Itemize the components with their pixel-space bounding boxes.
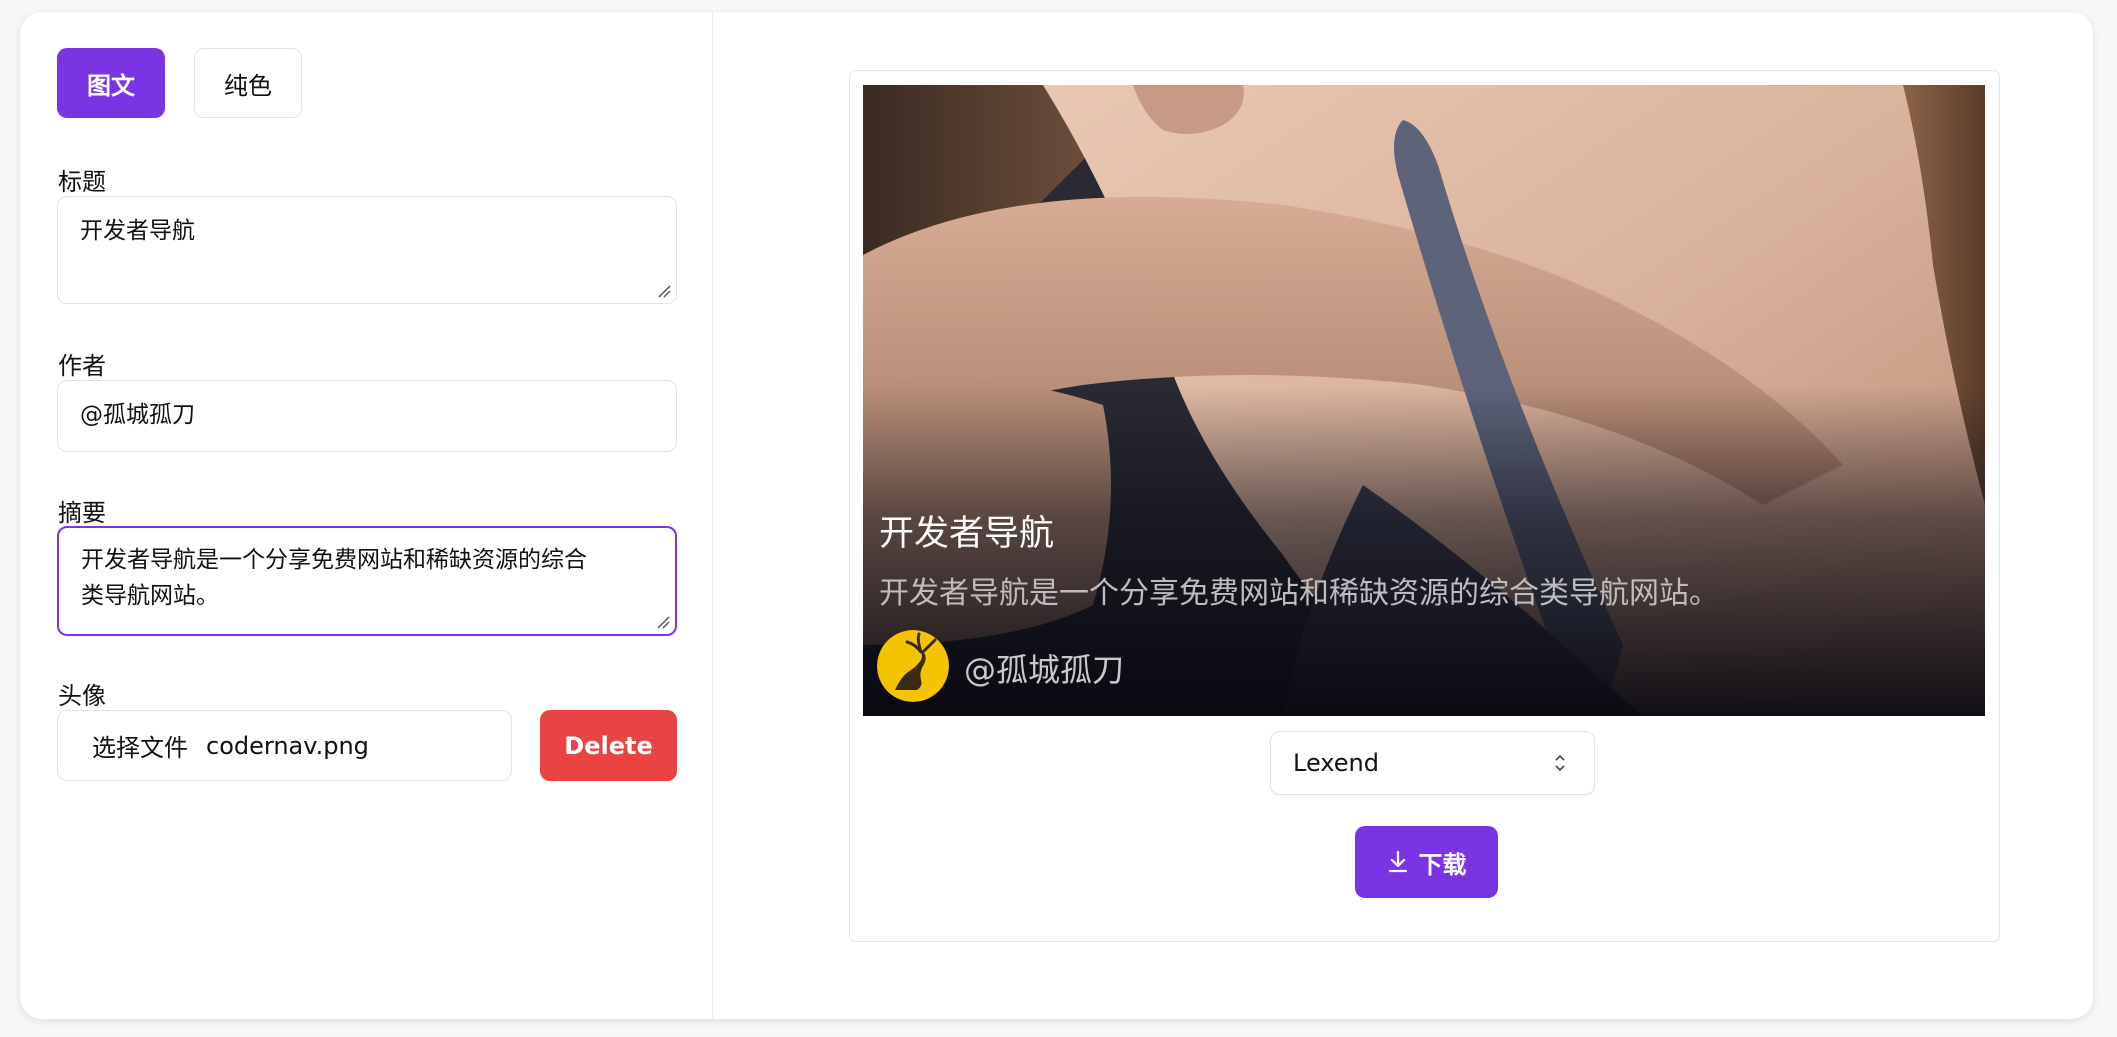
download-button[interactable]: 下载 xyxy=(1355,826,1498,898)
tab-solid-color[interactable]: 纯色 xyxy=(194,48,302,118)
chevron-up-down-icon xyxy=(1555,754,1565,772)
app-card: 图文 纯色 标题 开发者导航 作者 @孤城孤刀 摘要 开发者导航是一个分享免费网… xyxy=(20,12,2093,1019)
editor-panel: 图文 纯色 标题 开发者导航 作者 @孤城孤刀 摘要 开发者导航是一个分享免费网… xyxy=(20,12,713,1019)
download-icon xyxy=(1388,850,1407,873)
preview-frame: 开发者导航 开发者导航是一个分享免费网站和稀缺资源的综合类导航网站。 @孤城孤刀… xyxy=(849,70,2000,942)
title-label: 标题 xyxy=(58,168,106,196)
font-select-value: Lexend xyxy=(1293,749,1379,777)
deer-logo-icon xyxy=(877,630,949,702)
download-label: 下载 xyxy=(1418,850,1467,879)
avatar-file-input[interactable]: 选择文件 codernav.png xyxy=(57,710,512,781)
delete-button[interactable]: Delete xyxy=(540,710,677,781)
title-textarea[interactable]: 开发者导航 xyxy=(57,196,677,304)
poster-image: 开发者导航 开发者导航是一个分享免费网站和稀缺资源的综合类导航网站。 @孤城孤刀 xyxy=(863,85,1985,716)
author-input[interactable]: @孤城孤刀 xyxy=(57,380,677,452)
poster-author: @孤城孤刀 xyxy=(964,651,1125,689)
avatar-label: 头像 xyxy=(58,682,106,710)
tab-image-text[interactable]: 图文 xyxy=(57,48,165,118)
file-name: codernav.png xyxy=(206,731,369,760)
resize-handle-icon[interactable] xyxy=(656,615,670,629)
preview-panel: 开发者导航 开发者导航是一个分享免费网站和稀缺资源的综合类导航网站。 @孤城孤刀… xyxy=(713,12,2093,1019)
summary-line-2: 类导航网站。 xyxy=(81,583,219,609)
font-select[interactable]: Lexend xyxy=(1270,731,1595,795)
poster-title: 开发者导航 xyxy=(879,514,1055,554)
resize-handle-icon[interactable] xyxy=(657,284,671,298)
author-value: @孤城孤刀 xyxy=(80,402,195,428)
poster-summary: 开发者导航是一个分享免费网站和稀缺资源的综合类导航网站。 xyxy=(879,576,1719,611)
summary-textarea[interactable]: 开发者导航是一个分享免费网站和稀缺资源的综合 类导航网站。 xyxy=(57,526,677,636)
summary-line-1: 开发者导航是一个分享免费网站和稀缺资源的综合 xyxy=(81,547,587,573)
choose-file-button[interactable]: 选择文件 xyxy=(92,728,188,763)
author-label: 作者 xyxy=(58,352,106,380)
summary-label: 摘要 xyxy=(58,499,106,527)
title-value: 开发者导航 xyxy=(80,218,195,244)
